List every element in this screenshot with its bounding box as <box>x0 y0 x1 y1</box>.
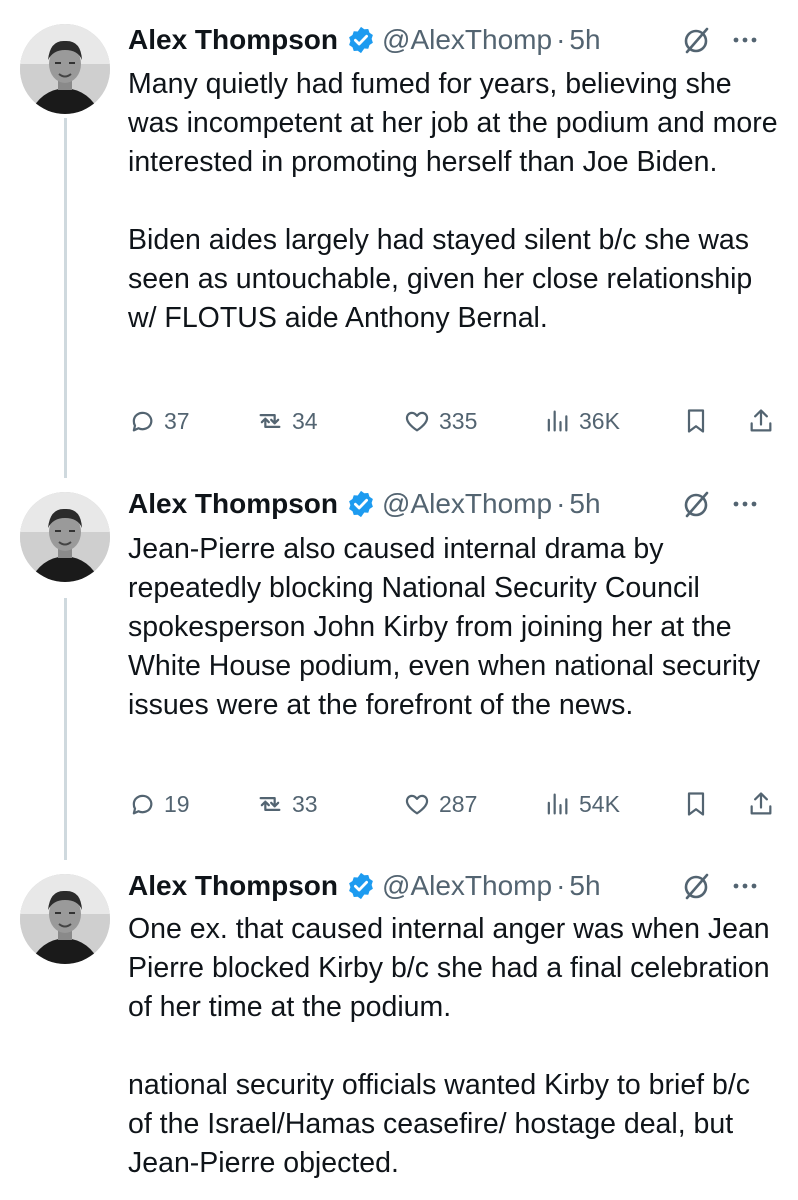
tweet[interactable]: Alex Thompson @AlexThomp · 5h One ex. th… <box>0 862 798 1200</box>
reply-button[interactable]: 37 <box>128 401 190 441</box>
like-count: 287 <box>439 790 478 817</box>
timestamp[interactable]: 5h <box>569 870 600 902</box>
more-icon[interactable] <box>732 28 758 52</box>
avatar[interactable] <box>20 492 110 582</box>
tweet-paragraph: Biden aides largely had stayed silent b/… <box>128 224 753 334</box>
share-icon <box>750 792 772 815</box>
tweet-paragraph: One ex. that caused internal anger was w… <box>128 913 770 1023</box>
tweet-header: Alex Thompson @AlexThomp · 5h <box>128 484 778 524</box>
timestamp[interactable]: 5h <box>569 488 600 520</box>
views-count: 54K <box>579 790 620 817</box>
bookmark-button[interactable] <box>682 401 710 441</box>
share-button[interactable] <box>747 784 775 824</box>
tweet-text: Jean-Pierre also caused internal drama b… <box>128 530 778 725</box>
verified-badge-icon[interactable] <box>346 871 376 901</box>
author-name[interactable]: Alex Thompson <box>128 488 338 520</box>
views-icon <box>547 410 568 432</box>
reply-button[interactable]: 19 <box>128 784 190 824</box>
grok-icon[interactable] <box>680 870 712 902</box>
like-button[interactable]: 287 <box>403 784 477 824</box>
like-icon <box>405 411 429 432</box>
tweet-thread: Alex Thompson @AlexThomp · 5h Many quiet… <box>0 0 798 1200</box>
author-handle[interactable]: @AlexThomp <box>382 488 552 520</box>
tweet-paragraph: Jean-Pierre also caused internal drama b… <box>128 533 761 721</box>
tweet-header: Alex Thompson @AlexThomp · 5h <box>128 866 778 906</box>
views-icon <box>547 793 568 815</box>
author-handle[interactable]: @AlexThomp <box>382 870 552 902</box>
avatar-photo <box>20 492 110 582</box>
repost-count: 33 <box>292 790 318 817</box>
tweet-paragraph: national security officials wanted Kirby… <box>128 1069 751 1179</box>
tweet-header: Alex Thompson @AlexThomp · 5h <box>128 20 778 60</box>
tweet-text: Many quietly had fumed for years, believ… <box>128 65 778 338</box>
more-icon[interactable] <box>732 874 758 898</box>
author-name[interactable]: Alex Thompson <box>128 870 338 902</box>
share-icon <box>750 409 772 432</box>
separator-dot: · <box>556 870 566 901</box>
author-handle[interactable]: @AlexThomp <box>382 24 552 56</box>
bookmark-icon <box>687 792 705 816</box>
author-name[interactable]: Alex Thompson <box>128 24 338 56</box>
tweet-paragraph: Many quietly had fumed for years, believ… <box>128 68 778 178</box>
avatar-photo <box>20 874 110 964</box>
like-button[interactable]: 335 <box>403 401 477 441</box>
reply-count: 37 <box>164 407 190 434</box>
repost-icon <box>259 797 281 811</box>
repost-icon <box>259 414 281 428</box>
tweet[interactable]: Alex Thompson @AlexThomp · 5h Jean-Pierr… <box>0 480 798 862</box>
tweet-actions: 19 33 287 54K <box>128 784 778 824</box>
reply-icon <box>132 794 153 815</box>
grok-icon[interactable] <box>680 24 712 56</box>
bookmark-button[interactable] <box>682 784 710 824</box>
share-button[interactable] <box>747 401 775 441</box>
tweet-text: One ex. that caused internal anger was w… <box>128 910 778 1183</box>
reply-count: 19 <box>164 790 190 817</box>
verified-badge-icon[interactable] <box>346 25 376 55</box>
avatar-photo <box>20 24 110 114</box>
repost-button[interactable]: 33 <box>256 784 318 824</box>
repost-count: 34 <box>292 407 318 434</box>
reply-icon <box>132 411 153 432</box>
tweet[interactable]: Alex Thompson @AlexThomp · 5h Many quiet… <box>0 0 798 480</box>
views-button[interactable]: 36K <box>543 401 620 441</box>
timestamp[interactable]: 5h <box>569 24 600 56</box>
bookmark-icon <box>687 409 705 433</box>
grok-icon[interactable] <box>680 488 712 520</box>
views-count: 36K <box>579 407 620 434</box>
avatar[interactable] <box>20 24 110 114</box>
tweet-actions: 37 34 335 36K <box>128 401 778 441</box>
verified-badge-icon[interactable] <box>346 489 376 519</box>
repost-button[interactable]: 34 <box>256 401 318 441</box>
separator-dot: · <box>556 24 566 55</box>
like-count: 335 <box>439 407 478 434</box>
more-icon[interactable] <box>732 492 758 516</box>
like-icon <box>405 794 429 815</box>
views-button[interactable]: 54K <box>543 784 620 824</box>
avatar[interactable] <box>20 874 110 964</box>
separator-dot: · <box>556 488 566 519</box>
